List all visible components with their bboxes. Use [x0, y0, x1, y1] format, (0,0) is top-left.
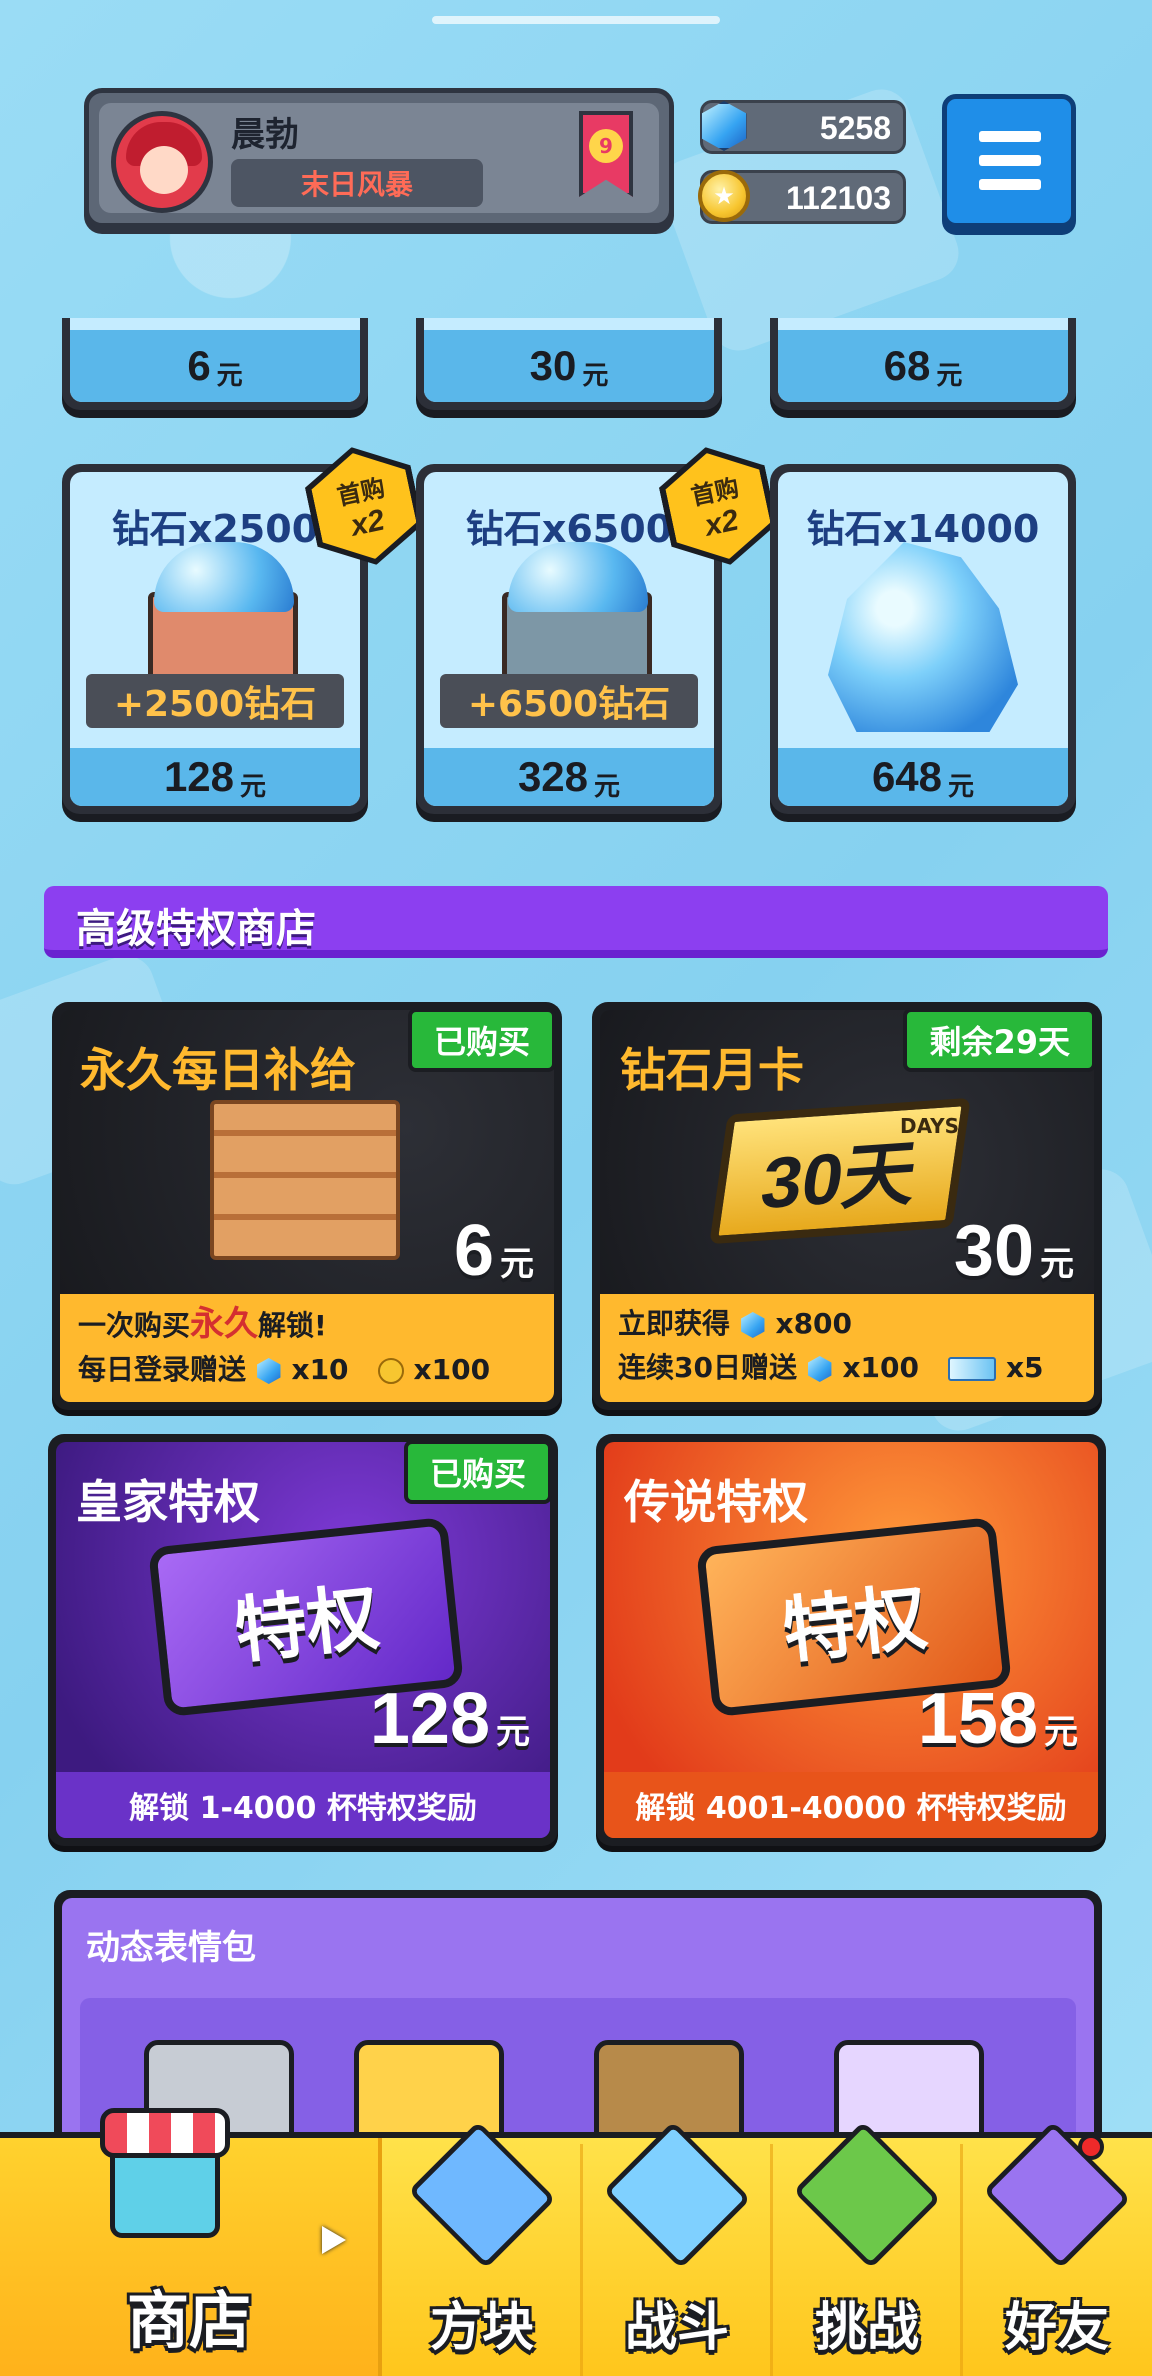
gem-pack-30[interactable]: 30 元	[416, 318, 722, 410]
monthly-card[interactable]: 30天 DAYS 钻石月卡 30 元 立即获得 x800 连续30日赠送 x100	[592, 1002, 1102, 1410]
legend-privilege-card[interactable]: 特权 传说特权 158 元 解锁 4001-40000 杯特权奖励	[596, 1434, 1106, 1846]
pack-price: 328 元	[424, 748, 714, 806]
friends-icon	[983, 2100, 1131, 2269]
nav-label-battle: 战斗	[624, 2298, 729, 2358]
days-small-label: DAYS	[900, 1114, 960, 1138]
card-price: 6元	[453, 1211, 534, 1291]
pack-price: 30 元	[424, 330, 714, 402]
gem-pack-14000[interactable]: 钻石x14000 648 元	[770, 464, 1076, 814]
nav-divider	[580, 2144, 583, 2376]
card-price: 158 元	[917, 1679, 1078, 1759]
drag-handle[interactable]	[432, 16, 720, 24]
gem-icon	[808, 1356, 832, 1382]
card-footer: 解锁 1-4000 杯特权奖励	[56, 1772, 550, 1838]
section-title: 高级特权商店	[76, 906, 316, 952]
coin-counter[interactable]: ★ 112103	[698, 170, 906, 224]
nav-divider	[770, 2144, 773, 2376]
nav-tab-shop[interactable]: 商店	[0, 2108, 382, 2376]
gem-pack-68[interactable]: 68 元	[770, 318, 1076, 410]
gem-pile-icon	[828, 542, 1018, 732]
avatar-face	[140, 146, 188, 194]
nav-tab-blocks[interactable]: 方块	[382, 2121, 582, 2376]
pack-bonus: +2500钻石	[86, 674, 344, 728]
coin-icon: ★	[693, 165, 755, 227]
nav-label-friends: 好友	[1004, 2298, 1109, 2358]
remaining-days-tag: 剩余29天	[903, 1008, 1096, 1072]
rank-number: 9	[589, 129, 623, 163]
card-info: 立即获得 x800 连续30日赠送 x100 x5	[600, 1294, 1094, 1402]
gem-pack-6[interactable]: 6元	[62, 318, 368, 410]
card-info: 一次购买永久解锁! 每日登录赠送 x10 x100	[60, 1294, 554, 1402]
menu-button[interactable]	[942, 94, 1076, 228]
nav-divider	[960, 2144, 963, 2376]
block-icon	[408, 2100, 556, 2269]
pack-price: 6元	[70, 330, 360, 402]
notification-dot	[1078, 2134, 1104, 2160]
royal-privilege-card[interactable]: 特权 皇家特权 128 元 解锁 1-4000 杯特权奖励 已购买	[48, 1434, 558, 1846]
privilege-shop-header: 高级特权商店	[44, 886, 1108, 958]
nav-label-challenge: 挑战	[814, 2298, 919, 2358]
nav-tab-friends[interactable]: 好友	[962, 2121, 1152, 2376]
gem-counter[interactable]: 5258	[700, 100, 906, 154]
card-price: 30 元	[953, 1211, 1074, 1291]
nav-tab-challenge[interactable]: 挑战	[772, 2121, 962, 2376]
card-title: 传说特权	[624, 1475, 808, 1529]
bottom-navigation: 商店 方块 战斗 挑战 好友	[0, 2108, 1152, 2376]
gem-count: 5258	[819, 110, 891, 146]
challenge-icon	[793, 2100, 941, 2269]
player-name: 晨勃	[231, 115, 299, 155]
player-profile-panel[interactable]: 晨勃 末日风暴 9	[84, 88, 674, 228]
card-title: 皇家特权	[76, 1475, 260, 1529]
gem-icon	[257, 1358, 281, 1384]
pack-bonus: +6500钻石	[440, 674, 698, 728]
coin-count: 112103	[785, 180, 891, 216]
ticket-icon	[948, 1357, 997, 1381]
menu-icon-bar	[979, 131, 1041, 142]
player-title: 末日风暴	[231, 159, 483, 207]
pack-price: 128 元	[70, 748, 360, 806]
shop-icon	[100, 2098, 230, 2238]
gem-icon	[693, 95, 755, 157]
card-title: 钻石月卡	[620, 1043, 804, 1097]
emoji-section-title: 动态表情包	[86, 1928, 256, 1968]
battle-icon	[603, 2100, 751, 2269]
menu-icon-bar	[979, 179, 1041, 190]
coin-icon	[377, 1358, 404, 1384]
avatar[interactable]	[111, 111, 213, 213]
pack-price: 648 元	[778, 748, 1068, 806]
menu-icon-bar	[979, 155, 1041, 166]
nav-label-blocks: 方块	[429, 2298, 534, 2358]
pack-price: 68 元	[778, 330, 1068, 402]
nav-tab-battle[interactable]: 战斗	[582, 2121, 772, 2376]
wooden-crate-icon	[210, 1100, 400, 1260]
play-arrow-icon	[322, 2226, 346, 2254]
nav-label-shop: 商店	[126, 2284, 251, 2357]
card-title: 永久每日补给	[80, 1043, 356, 1097]
card-footer: 解锁 4001-40000 杯特权奖励	[604, 1772, 1098, 1838]
daily-supply-card[interactable]: 永久每日补给 6元 一次购买永久解锁! 每日登录赠送 x10 x100 已购买	[52, 1002, 562, 1410]
purchased-tag: 已购买	[403, 1440, 552, 1504]
purchased-tag: 已购买	[407, 1008, 556, 1072]
gem-icon	[741, 1312, 765, 1338]
pack-title: 钻石x14000	[806, 507, 1040, 551]
card-price: 128 元	[369, 1679, 530, 1759]
